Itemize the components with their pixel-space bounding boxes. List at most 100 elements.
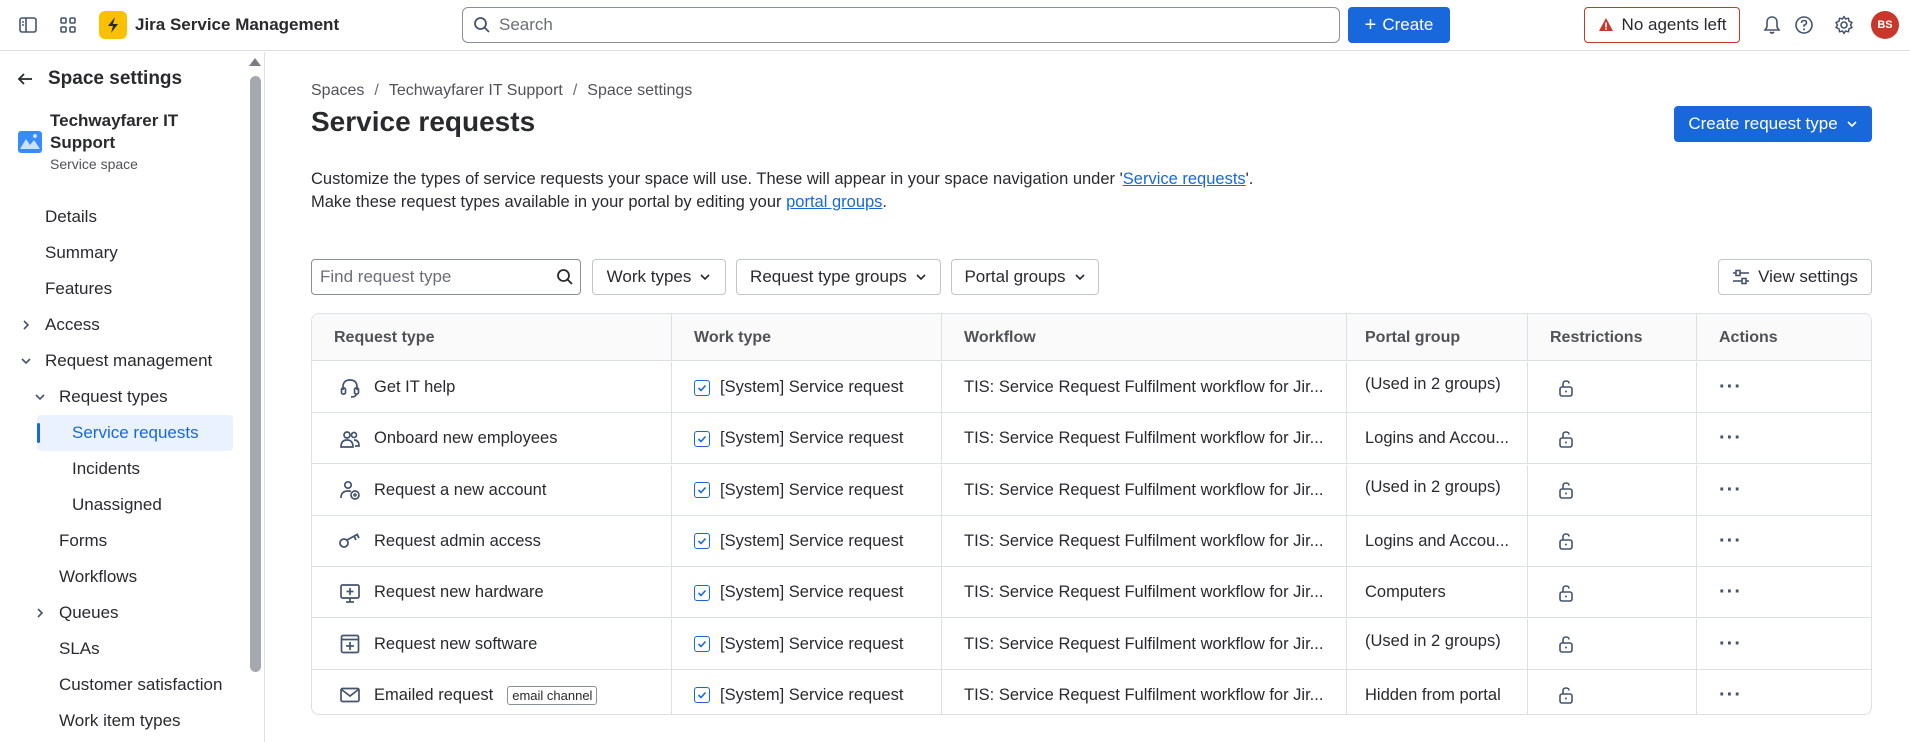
request-type-name[interactable]: Request admin access (374, 532, 541, 551)
find-request-type-box[interactable] (311, 259, 581, 295)
table-row[interactable]: Emailed request email channel [System] S… (312, 669, 1871, 714)
sidebar-scrollbar[interactable] (250, 76, 261, 672)
request-type-name[interactable]: Emailed request (374, 686, 493, 705)
table-row[interactable]: Get IT help [System] Service request TIS… (312, 362, 1871, 413)
brand-home-link[interactable]: Jira Service Management (99, 11, 339, 39)
notifications-bell-icon[interactable] (1760, 13, 1784, 37)
column-header-request-type[interactable]: Request type (312, 314, 672, 361)
workflow-name[interactable]: TIS: Service Request Fulfilment workflow… (964, 429, 1323, 448)
unlocked-padlock-icon[interactable] (1558, 686, 1574, 705)
sidebar-item-unassigned[interactable]: Unassigned (72, 489, 162, 521)
sidebar-item-work-item-types[interactable]: Work item types (59, 705, 181, 737)
sidebar-item-slas[interactable]: SLAs (59, 633, 100, 665)
unlocked-padlock-icon[interactable] (1558, 379, 1574, 397)
chevron-down-icon (1074, 274, 1085, 281)
cell-request-type[interactable]: Emailed request email channel (312, 669, 672, 714)
user-avatar[interactable]: BS (1871, 11, 1899, 39)
more-actions-icon[interactable]: ··· (1719, 581, 1742, 604)
cell-request-type[interactable]: Get IT help (312, 362, 672, 413)
chevron-down-icon[interactable] (20, 345, 36, 377)
cell-request-type[interactable]: Request new software (312, 618, 672, 670)
more-actions-icon[interactable]: ··· (1719, 633, 1742, 656)
portal-group-value[interactable]: Computers (1365, 583, 1446, 602)
request-type-name[interactable]: Onboard new employees (374, 429, 557, 448)
portal-group-value[interactable]: (Used in 2 groups) (1365, 478, 1501, 497)
unlocked-padlock-icon[interactable] (1558, 584, 1574, 602)
breadcrumb-spaces[interactable]: Spaces (311, 82, 364, 100)
create-button[interactable]: + Create (1348, 7, 1450, 43)
portal-groups-filter[interactable]: Portal groups (951, 259, 1099, 295)
unlocked-padlock-icon[interactable] (1558, 430, 1574, 448)
sidebar-item-workflows[interactable]: Workflows (59, 561, 137, 593)
portal-group-value[interactable]: Hidden from portal (1365, 686, 1501, 705)
sidebar-item-service-requests[interactable]: Service requests (72, 417, 199, 449)
request-type-groups-filter[interactable]: Request type groups (736, 259, 941, 295)
more-actions-icon[interactable]: ··· (1719, 427, 1742, 450)
no-agents-left-button[interactable]: No agents left (1584, 7, 1740, 43)
sidebar-item-features[interactable]: Features (45, 273, 112, 305)
request-type-name[interactable]: Get IT help (374, 378, 455, 397)
search-input[interactable] (499, 15, 1299, 35)
table-row[interactable]: Request new hardware [System] Service re… (312, 567, 1871, 619)
filter-label: Request type groups (750, 267, 907, 286)
view-settings-button[interactable]: View settings (1718, 259, 1872, 295)
unlocked-padlock-icon[interactable] (1558, 532, 1574, 551)
request-type-name[interactable]: Request new hardware (374, 583, 544, 602)
portal-group-value[interactable]: Logins and Accou... (1365, 532, 1509, 551)
sidebar-item-incidents[interactable]: Incidents (72, 453, 140, 485)
more-actions-icon[interactable]: ··· (1719, 376, 1742, 399)
chevron-right-icon[interactable] (34, 597, 50, 629)
sidebar-item-access[interactable]: Access (45, 309, 100, 341)
portal-group-value[interactable]: (Used in 2 groups) (1365, 632, 1501, 651)
workflow-name[interactable]: TIS: Service Request Fulfilment workflow… (964, 583, 1323, 602)
chevron-down-icon[interactable] (34, 381, 50, 413)
app-switcher-icon[interactable] (56, 13, 80, 37)
cell-request-type[interactable]: Onboard new employees (312, 413, 672, 465)
workflow-name[interactable]: TIS: Service Request Fulfilment workflow… (964, 481, 1323, 500)
workflow-name[interactable]: TIS: Service Request Fulfilment workflow… (964, 635, 1323, 654)
settings-gear-icon[interactable] (1832, 13, 1856, 37)
table-row[interactable]: Onboard new employees [System] Service r… (312, 413, 1871, 465)
more-actions-icon[interactable]: ··· (1719, 684, 1742, 707)
workflow-name[interactable]: TIS: Service Request Fulfilment workflow… (964, 686, 1323, 705)
cell-request-type[interactable]: Request new hardware (312, 567, 672, 619)
more-actions-icon[interactable]: ··· (1719, 479, 1742, 502)
cell-request-type[interactable]: Request a new account (312, 464, 672, 516)
sidebar-item-forms[interactable]: Forms (59, 525, 107, 557)
breadcrumb-space-settings[interactable]: Space settings (587, 82, 692, 100)
column-header-workflow[interactable]: Workflow (942, 314, 1347, 361)
workflow-name[interactable]: TIS: Service Request Fulfilment workflow… (964, 532, 1323, 551)
sidebar-item-details[interactable]: Details (45, 201, 97, 233)
portal-group-value[interactable]: Logins and Accou... (1365, 429, 1509, 448)
sidebar-item-request-management[interactable]: Request management (45, 345, 212, 377)
find-request-type-input[interactable] (320, 267, 550, 287)
create-request-type-button[interactable]: Create request type (1674, 106, 1872, 142)
table-row[interactable]: Request a new account [System] Service r… (312, 464, 1871, 516)
table-row[interactable]: Request new software [System] Service re… (312, 618, 1871, 670)
sidebar-item-customer-satisfaction[interactable]: Customer satisfaction (59, 669, 222, 701)
more-actions-icon[interactable]: ··· (1719, 530, 1742, 553)
work-types-filter[interactable]: Work types (592, 259, 726, 295)
help-icon[interactable] (1792, 13, 1816, 37)
request-type-name[interactable]: Request new software (374, 635, 537, 654)
portal-group-value[interactable]: (Used in 2 groups) (1365, 375, 1501, 394)
unlocked-padlock-icon[interactable] (1558, 635, 1574, 653)
service-requests-link[interactable]: Service requests (1123, 170, 1246, 188)
unlocked-padlock-icon[interactable] (1558, 481, 1574, 499)
cell-request-type[interactable]: Request admin access (312, 515, 672, 567)
sidebar-toggle-icon[interactable] (16, 13, 40, 37)
table-row[interactable]: Request admin access [System] Service re… (312, 515, 1871, 567)
chevron-right-icon[interactable] (20, 309, 36, 341)
sidebar-item-request-types[interactable]: Request types (59, 381, 168, 413)
column-header-work-type[interactable]: Work type (672, 314, 942, 361)
workflow-name[interactable]: TIS: Service Request Fulfilment workflow… (964, 378, 1323, 397)
request-type-name[interactable]: Request a new account (374, 481, 546, 500)
portal-groups-link[interactable]: portal groups (786, 193, 882, 211)
scroll-up-arrow-icon[interactable] (249, 58, 261, 66)
breadcrumb-space[interactable]: Techwayfarer IT Support (389, 82, 563, 100)
search-box[interactable] (462, 7, 1340, 43)
sidebar-item-queues[interactable]: Queues (59, 597, 119, 629)
sidebar-item-summary[interactable]: Summary (45, 237, 118, 269)
column-header-portal-group[interactable]: Portal group (1347, 314, 1528, 361)
back-to-space[interactable]: Space settings (16, 68, 182, 90)
